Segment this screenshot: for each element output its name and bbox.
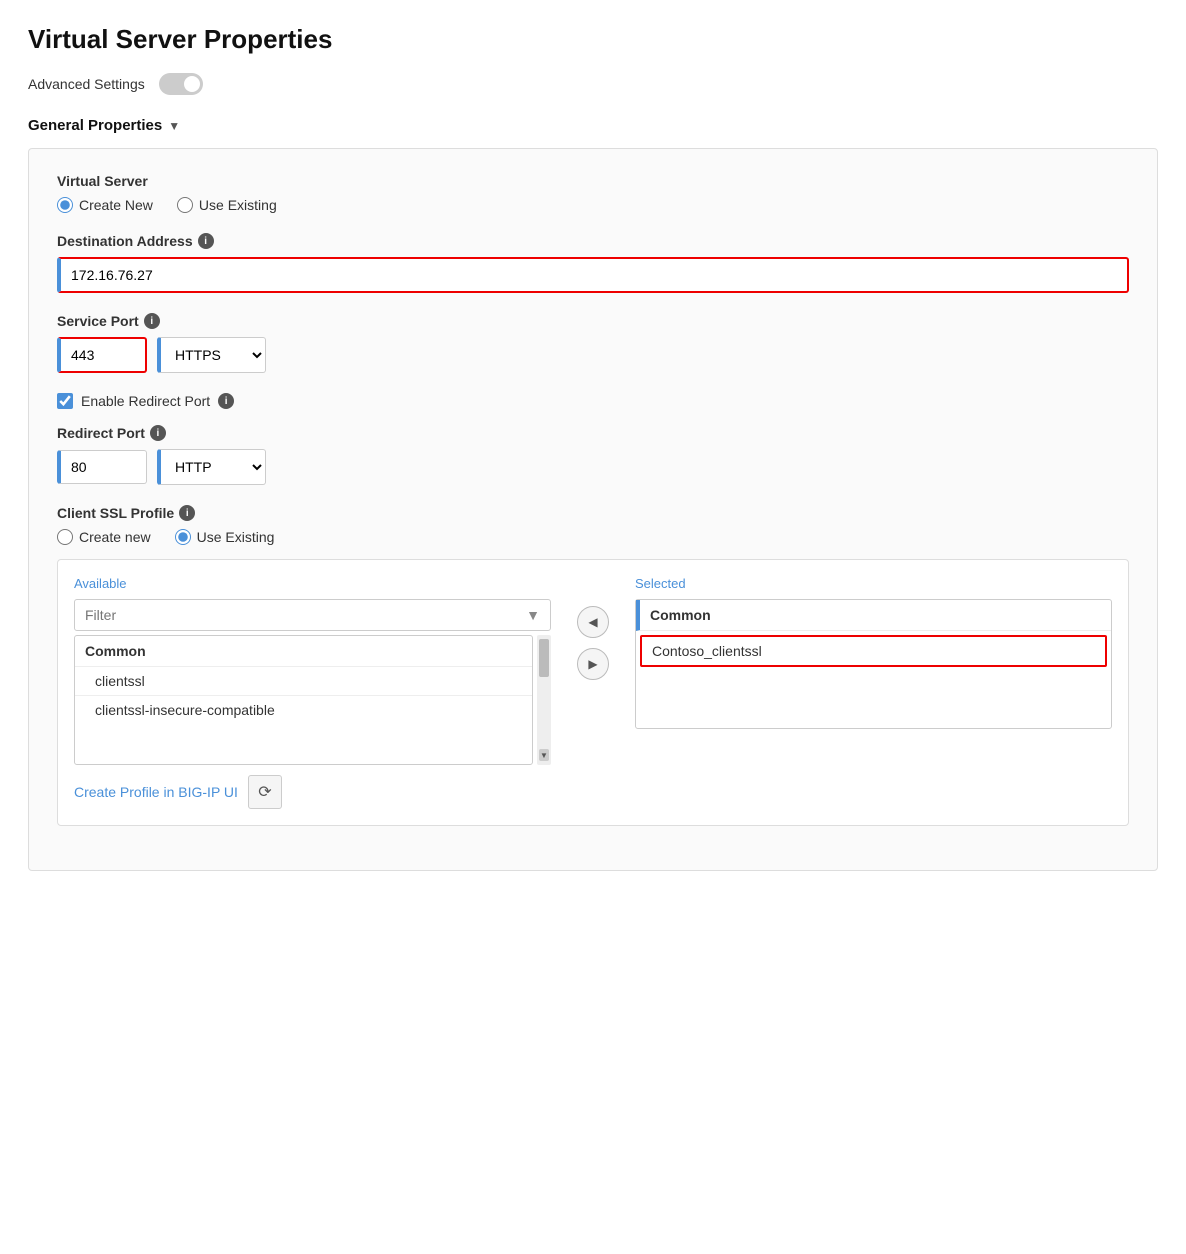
ssl-arrow-col: ◀ ▶	[567, 606, 619, 680]
ssl-filter-row: ▼	[74, 599, 551, 631]
ssl-selected-label: Selected	[635, 576, 1112, 591]
redirect-port-row: HTTP HTTPS Other	[57, 449, 1129, 485]
client-ssl-use-existing-radio[interactable]	[175, 529, 191, 545]
service-port-label: Service Port	[57, 313, 139, 329]
client-ssl-create-new-option[interactable]: Create new	[57, 529, 151, 545]
ssl-selected-list: Common Contoso_clientssl	[635, 599, 1112, 729]
general-properties-label: General Properties	[28, 117, 162, 134]
ssl-selected-item-contoso[interactable]: Contoso_clientssl	[640, 635, 1107, 667]
ssl-selected-group-common: Common	[636, 600, 1111, 631]
ssl-bottom-row: Create Profile in BIG-IP UI ⟳	[74, 775, 1112, 809]
virtual-server-use-existing-radio[interactable]	[177, 197, 193, 213]
list-item[interactable]: clientssl-insecure-compatible	[75, 696, 532, 724]
ssl-available-col: Available ▼ Common clientssl clientssl-i…	[74, 576, 551, 765]
service-port-info-icon[interactable]: i	[144, 313, 160, 329]
virtual-server-create-new-option[interactable]: Create New	[57, 197, 153, 213]
list-item[interactable]: clientssl	[75, 667, 532, 696]
enable-redirect-port-info-icon[interactable]: i	[218, 393, 234, 409]
service-port-input[interactable]	[57, 337, 147, 373]
general-properties-panel: Virtual Server Create New Use Existing D…	[28, 148, 1158, 871]
destination-address-info-icon[interactable]: i	[198, 233, 214, 249]
redirect-port-protocol-select[interactable]: HTTP HTTPS Other	[157, 449, 266, 485]
virtual-server-label: Virtual Server	[57, 173, 148, 189]
ssl-available-group-common: Common	[75, 636, 532, 667]
destination-address-label: Destination Address	[57, 233, 193, 249]
create-profile-link[interactable]: Create Profile in BIG-IP UI	[74, 784, 238, 800]
destination-address-group: Destination Address i	[57, 233, 1129, 293]
client-ssl-profile-info-icon[interactable]: i	[179, 505, 195, 521]
enable-redirect-port-label: Enable Redirect Port	[81, 393, 210, 409]
virtual-server-create-new-label: Create New	[79, 197, 153, 213]
client-ssl-create-new-label: Create new	[79, 529, 151, 545]
client-ssl-profile-label: Client SSL Profile	[57, 505, 174, 521]
virtual-server-radio-group: Create New Use Existing	[57, 197, 1129, 213]
client-ssl-radio-group: Create new Use Existing	[57, 529, 1129, 545]
advanced-settings-toggle[interactable]	[159, 73, 203, 95]
client-ssl-create-new-radio[interactable]	[57, 529, 73, 545]
service-port-protocol-select[interactable]: HTTPS HTTP Other	[157, 337, 266, 373]
virtual-server-group: Virtual Server Create New Use Existing	[57, 173, 1129, 213]
enable-redirect-port-checkbox[interactable]	[57, 393, 73, 409]
ssl-arrow-left-btn[interactable]: ◀	[577, 606, 609, 638]
enable-redirect-port-row: Enable Redirect Port i	[57, 393, 1129, 409]
client-ssl-use-existing-label: Use Existing	[197, 529, 275, 545]
ssl-filter-input[interactable]	[75, 600, 516, 630]
virtual-server-create-new-radio[interactable]	[57, 197, 73, 213]
ssl-arrow-right-btn[interactable]: ▶	[577, 648, 609, 680]
general-properties-chevron[interactable]: ▼	[168, 119, 180, 133]
client-ssl-profile-group: Client SSL Profile i Create new Use Exis…	[57, 505, 1129, 826]
filter-icon: ▼	[516, 607, 550, 623]
refresh-btn[interactable]: ⟳	[248, 775, 282, 809]
page-title: Virtual Server Properties	[28, 24, 1158, 55]
client-ssl-use-existing-option[interactable]: Use Existing	[175, 529, 275, 545]
service-port-group: Service Port i HTTPS HTTP Other	[57, 313, 1129, 373]
redirect-port-input[interactable]	[57, 450, 147, 484]
redirect-port-info-icon[interactable]: i	[150, 425, 166, 441]
service-port-row: HTTPS HTTP Other	[57, 337, 1129, 373]
virtual-server-use-existing-option[interactable]: Use Existing	[177, 197, 277, 213]
redirect-port-group: Redirect Port i HTTP HTTPS Other	[57, 425, 1129, 485]
ssl-available-list: Common clientssl clientssl-insecure-comp…	[74, 635, 533, 765]
ssl-available-label: Available	[74, 576, 551, 591]
ssl-selected-col: Selected Common Contoso_clientssl	[635, 576, 1112, 729]
advanced-settings-label: Advanced Settings	[28, 76, 145, 92]
virtual-server-use-existing-label: Use Existing	[199, 197, 277, 213]
destination-address-input[interactable]	[57, 257, 1129, 293]
redirect-port-label: Redirect Port	[57, 425, 145, 441]
ssl-columns: Available ▼ Common clientssl clientssl-i…	[74, 576, 1112, 765]
ssl-panel: Available ▼ Common clientssl clientssl-i…	[57, 559, 1129, 826]
